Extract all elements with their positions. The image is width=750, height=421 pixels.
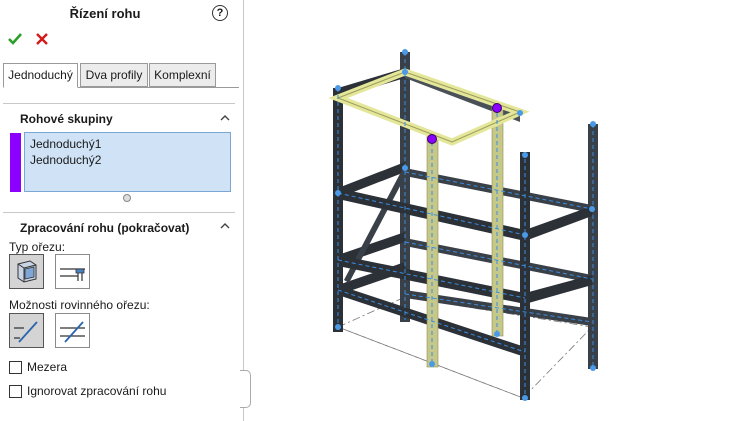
butt-trim-icon <box>60 268 85 281</box>
planar-trim-icon <box>14 321 38 343</box>
close-icon[interactable] <box>34 31 50 47</box>
miter-trim-icon <box>17 260 37 283</box>
divider <box>3 212 235 213</box>
corner-groups-list[interactable]: Jednoduchý1 Jednoduchý2 <box>24 132 231 192</box>
graphics-viewport[interactable] <box>244 0 750 421</box>
corner-processing-title: Zpracování rohu (pokračovat) <box>20 221 190 235</box>
planar-trim-option-1[interactable] <box>9 313 44 348</box>
group-color-swatch <box>10 133 21 192</box>
property-manager-panel: Řízení rohu ? Jednoduchý Dva profily Kom… <box>0 0 244 421</box>
floor-outline <box>336 296 593 399</box>
help-icon[interactable]: ? <box>212 5 228 21</box>
corner-groups-title: Rohové skupiny <box>20 112 113 126</box>
tab-two-profiles[interactable]: Dva profily <box>80 63 148 87</box>
ignore-corner-label: Ignorovat zpracování rohu <box>27 384 167 398</box>
planar-trim-alt-icon <box>60 321 85 343</box>
chevron-up-icon[interactable] <box>220 113 230 123</box>
corner-point[interactable] <box>492 103 502 113</box>
check-icon[interactable] <box>7 31 23 47</box>
highlighted-members <box>328 68 530 368</box>
panel-title: Řízení rohu <box>69 6 141 21</box>
trim-type-label: Typ ořezu: <box>9 240 66 254</box>
ignore-corner-checkbox[interactable] <box>9 385 22 398</box>
tab-complex[interactable]: Komplexní <box>149 63 216 87</box>
miter-trim-button[interactable] <box>9 254 44 289</box>
tab-simple[interactable]: Jednoduchý <box>3 63 78 88</box>
corner-point[interactable] <box>427 134 437 144</box>
chevron-up-icon[interactable] <box>220 221 230 231</box>
planar-trim-option-2[interactable] <box>55 313 90 348</box>
gap-label: Mezera <box>27 360 68 374</box>
list-item[interactable]: Jednoduchý2 <box>25 152 230 168</box>
list-resize-handle[interactable] <box>123 194 131 202</box>
list-item[interactable]: Jednoduchý1 <box>25 136 230 152</box>
gap-checkbox[interactable] <box>9 361 22 374</box>
butt-trim-button[interactable] <box>55 254 90 289</box>
planar-trim-label: Možnosti rovinného ořezu: <box>9 298 150 312</box>
divider <box>3 103 235 104</box>
tab-bar: Jednoduchý Dva profily Komplexní <box>3 63 239 88</box>
